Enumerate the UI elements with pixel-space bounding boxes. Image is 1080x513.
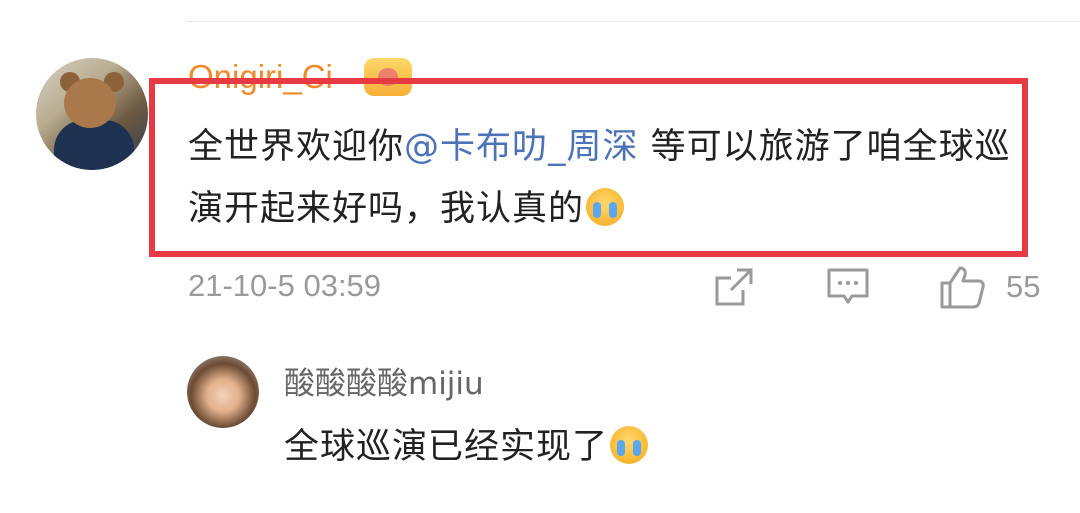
comment-text-part1: 全世界欢迎你: [188, 127, 405, 167]
mention-link[interactable]: @卡布叻_周深: [404, 127, 639, 167]
comment-timestamp: 21-10-5 03:59: [188, 268, 382, 303]
thumbs-up-icon: [940, 266, 985, 309]
share-icon: [715, 268, 753, 306]
crying-face-icon: [586, 188, 625, 226]
like-button[interactable]: 55: [938, 265, 1040, 309]
reply-text: 全球巡演已经实现了: [284, 418, 649, 469]
reply-avatar[interactable]: [187, 356, 259, 428]
comment-icon: [827, 268, 869, 304]
avatar[interactable]: [36, 58, 148, 170]
comment-text: 全世界欢迎你@卡布叻_周深 等可以旅游了咱全球巡演开起来好吗，我认真的: [188, 116, 1028, 240]
reply-button[interactable]: [826, 265, 870, 309]
crying-face-icon: [610, 426, 649, 464]
reply-text-content: 全球巡演已经实现了: [284, 427, 609, 467]
reply-username[interactable]: 酸酸酸酸mijiu: [284, 358, 484, 403]
share-button[interactable]: [713, 265, 757, 309]
like-count: 55: [1006, 269, 1041, 304]
top-divider: [186, 21, 1080, 22]
